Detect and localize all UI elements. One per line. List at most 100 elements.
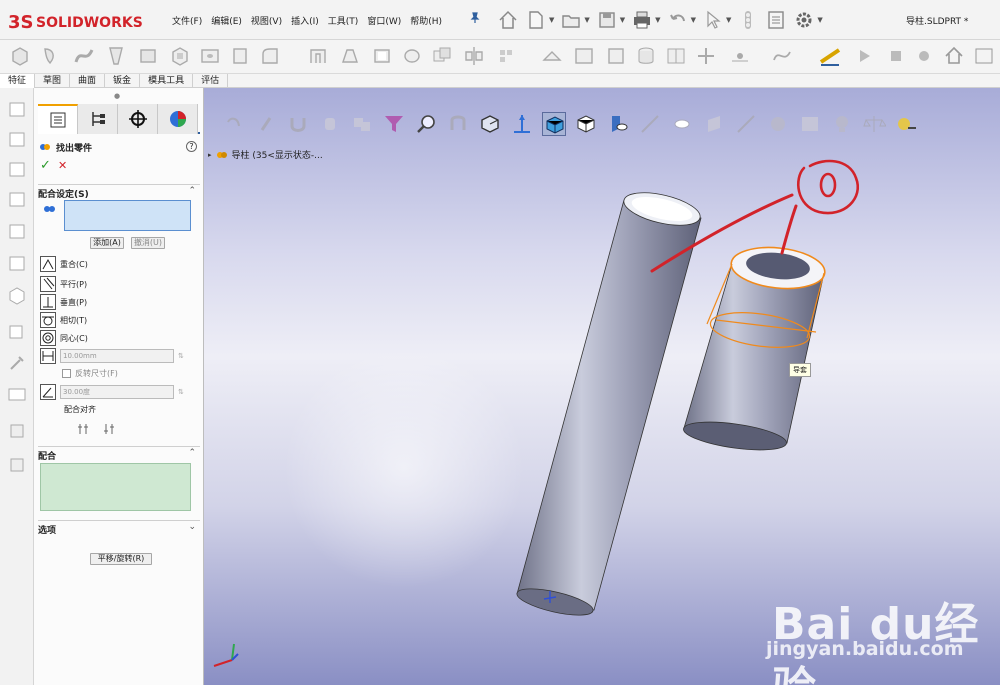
- sweep-icon[interactable]: [72, 44, 96, 68]
- measure-icon[interactable]: [818, 44, 842, 68]
- menu-help[interactable]: 帮助(H): [410, 14, 442, 27]
- tab-sheetmetal[interactable]: 钣金: [105, 74, 141, 88]
- open-folder-icon[interactable]: [560, 9, 582, 31]
- gear-icon[interactable]: [793, 9, 815, 31]
- undo-button[interactable]: 撤消(U): [131, 237, 165, 249]
- tab-mold-tools[interactable]: 模具工具: [140, 74, 194, 88]
- chevron-up-icon[interactable]: ⌃: [188, 448, 196, 458]
- menu-edit[interactable]: 编辑(E): [211, 14, 242, 27]
- left-view-icon[interactable]: [6, 158, 28, 180]
- chevron-down-icon[interactable]: ▼: [549, 16, 554, 24]
- menu-window[interactable]: 窗口(W): [367, 14, 401, 27]
- wrench-icon[interactable]: [6, 352, 28, 374]
- distance-input[interactable]: 10.00mm: [60, 349, 174, 363]
- mirror-icon[interactable]: [462, 44, 486, 68]
- options-header[interactable]: 选项 ⌄: [38, 520, 200, 536]
- display-pane-icon[interactable]: [6, 454, 28, 476]
- fillet-icon[interactable]: [258, 44, 282, 68]
- dimxpert-tab[interactable]: [118, 104, 158, 134]
- move-face-icon[interactable]: [694, 44, 718, 68]
- chevron-down-icon[interactable]: ⌄: [188, 522, 196, 532]
- menu-file[interactable]: 文件(F): [172, 14, 202, 27]
- aligned-icon[interactable]: [76, 422, 90, 439]
- home-view-icon[interactable]: [942, 44, 966, 68]
- bottom-view-icon[interactable]: [6, 252, 28, 274]
- shell-icon[interactable]: [370, 44, 394, 68]
- stop-icon[interactable]: [884, 44, 908, 68]
- play-icon[interactable]: [852, 44, 876, 68]
- menu-insert[interactable]: 插入(I): [291, 14, 319, 27]
- guide-bushing-part[interactable]: [682, 243, 827, 455]
- add-button[interactable]: 添加(A): [90, 237, 124, 249]
- select-cursor-icon[interactable]: [702, 9, 724, 31]
- spinner-icon[interactable]: ⇅: [178, 352, 184, 360]
- spinner-icon[interactable]: ⇅: [178, 388, 184, 396]
- property-manager-tab[interactable]: [38, 104, 78, 134]
- curves-icon[interactable]: [572, 44, 596, 68]
- instant3d-icon[interactable]: [604, 44, 628, 68]
- record-icon[interactable]: [912, 44, 936, 68]
- traffic-light-icon[interactable]: [737, 9, 759, 31]
- tab-sketch[interactable]: 草图: [35, 74, 71, 88]
- help-icon[interactable]: ?: [186, 141, 197, 152]
- rib-icon[interactable]: [306, 44, 330, 68]
- wrap-icon[interactable]: [400, 44, 424, 68]
- angle-input[interactable]: 30.00度: [60, 385, 174, 399]
- save-icon[interactable]: [596, 9, 618, 31]
- tab-evaluate[interactable]: 评估: [193, 74, 229, 88]
- menu-tools[interactable]: 工具(T): [328, 14, 359, 27]
- revolve-cut-icon[interactable]: [228, 44, 252, 68]
- point-icon[interactable]: [728, 44, 752, 68]
- cylinder-icon[interactable]: [634, 44, 658, 68]
- curve-through-icon[interactable]: [770, 44, 794, 68]
- linear-pattern-icon[interactable]: [496, 44, 520, 68]
- boundary-boss-icon[interactable]: [136, 44, 160, 68]
- mate-tangent[interactable]: 相切(T): [40, 312, 87, 328]
- chevron-down-icon[interactable]: ▼: [817, 16, 822, 24]
- flip-dimension-checkbox[interactable]: [62, 369, 71, 378]
- chevron-down-icon[interactable]: ▼: [691, 16, 696, 24]
- chevron-down-icon[interactable]: ▼: [620, 16, 625, 24]
- flip-dimension-row[interactable]: 反转尺寸(F): [62, 368, 118, 379]
- new-document-icon[interactable]: [525, 9, 547, 31]
- normal-to-icon[interactable]: [6, 320, 28, 342]
- reference-geometry-icon[interactable]: [540, 44, 564, 68]
- mate-selections-box[interactable]: [64, 200, 191, 231]
- top-view-icon[interactable]: [6, 220, 28, 242]
- appearance-tab[interactable]: [158, 104, 198, 134]
- cancel-icon[interactable]: ✕: [58, 159, 67, 172]
- mate-parallel[interactable]: 平行(P): [40, 276, 87, 292]
- isometric-view-icon[interactable]: [6, 284, 28, 306]
- tab-feature[interactable]: 特征: [0, 74, 36, 88]
- front-view-icon[interactable]: [6, 98, 28, 120]
- move-rotate-button[interactable]: 平移/旋转(R): [90, 553, 152, 565]
- chevron-down-icon[interactable]: ▼: [726, 16, 731, 24]
- tab-surface[interactable]: 曲面: [70, 74, 106, 88]
- reference-triad[interactable]: [213, 643, 239, 667]
- pin-icon[interactable]: [470, 12, 480, 24]
- extrude-boss-icon[interactable]: [8, 44, 32, 68]
- anti-aligned-icon[interactable]: [102, 422, 116, 439]
- window-tile-icon[interactable]: [972, 44, 996, 68]
- section-view-icon[interactable]: [6, 420, 28, 442]
- print-icon[interactable]: [631, 9, 653, 31]
- intersect-icon[interactable]: [430, 44, 454, 68]
- file-properties-icon[interactable]: [765, 9, 787, 31]
- revolve-boss-icon[interactable]: [38, 44, 62, 68]
- chevron-down-icon[interactable]: ▼: [584, 16, 589, 24]
- draft-icon[interactable]: [338, 44, 362, 68]
- hole-wizard-icon[interactable]: [198, 44, 222, 68]
- mate-settings-header[interactable]: 配合设定(S) ⌃: [38, 184, 200, 200]
- configuration-manager-tab[interactable]: [78, 104, 118, 134]
- loft-icon[interactable]: [104, 44, 128, 68]
- mate-concentric[interactable]: 同心(C): [40, 330, 88, 346]
- chevron-up-icon[interactable]: ⌃: [188, 186, 196, 196]
- undo-icon[interactable]: [667, 9, 689, 31]
- graphics-viewport[interactable]: ▸ 导柱 (35<显示状态-... 导套 Bai du经 jingyan.bai…: [204, 88, 1000, 685]
- back-view-icon[interactable]: [6, 128, 28, 150]
- menu-view[interactable]: 视图(V): [251, 14, 282, 27]
- chevron-down-icon[interactable]: ▼: [655, 16, 660, 24]
- mate-perpendicular[interactable]: 垂直(P): [40, 294, 87, 310]
- home-icon[interactable]: [497, 9, 519, 31]
- guide-pin-part[interactable]: [515, 187, 703, 621]
